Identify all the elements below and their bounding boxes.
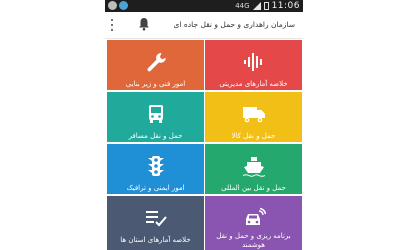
bus-icon [148, 105, 163, 123]
tile-management-statistics[interactable]: خلاصه آمارهای مدیریتی [205, 40, 302, 90]
tile-label: حمل و نقل کالا [231, 132, 276, 140]
app-bar: سازمان راهداری و حمل و نقل جاده ای [105, 12, 303, 39]
ship-icon [242, 157, 265, 177]
traffic-light-icon [147, 156, 164, 176]
tile-technical-infrastructure[interactable]: امور فنی و زیر بنایی [107, 40, 204, 90]
smart-car-icon [245, 207, 266, 225]
telegram-icon [119, 1, 128, 10]
tile-label: خلاصه آمارهای مدیریتی [219, 80, 288, 88]
tile-label: حمل و نقل مسافر [128, 132, 183, 140]
tile-safety-traffic[interactable]: امور ایمنی و ترافیک [107, 144, 204, 194]
tile-passenger-transport[interactable]: حمل و نقل مسافر [107, 92, 204, 142]
overflow-menu-icon[interactable] [110, 19, 114, 31]
tile-label: امور ایمنی و ترافیک [126, 184, 185, 192]
tile-label: خلاصه آمارهای استان ها [120, 236, 191, 244]
status-bar: 44G 11:06 [105, 0, 303, 12]
status-notification-icons [108, 1, 128, 10]
status-time: 11:06 [271, 1, 300, 11]
bell-icon[interactable] [138, 17, 150, 31]
network-label: 44G [235, 2, 250, 10]
tile-freight-transport[interactable]: حمل و نقل کالا [205, 92, 302, 142]
signal-icon [252, 2, 261, 10]
tile-label: امور فنی و زیر بنایی [125, 80, 186, 88]
truck-icon [242, 107, 265, 123]
sound-wave-icon [243, 53, 262, 71]
tile-label: حمل و نقل بین المللی [221, 184, 286, 192]
battery-icon [263, 2, 269, 10]
phone-screen: 44G 11:06 سازمان راهداری و حمل و نقل جاد… [105, 0, 303, 250]
app-title: سازمان راهداری و حمل و نقل جاده ای [173, 20, 295, 29]
app-notification-icon [108, 1, 117, 10]
tile-smart-transport-planning[interactable]: برنامه ریزی و حمل و نقل هوشمند [205, 196, 302, 250]
tile-international-transport[interactable]: حمل و نقل بین المللی [205, 144, 302, 194]
wrench-icon [146, 53, 166, 72]
checklist-icon [145, 211, 167, 227]
tile-label: برنامه ریزی و حمل و نقل هوشمند [216, 232, 291, 249]
tile-provincial-statistics[interactable]: خلاصه آمارهای استان ها [107, 196, 204, 250]
